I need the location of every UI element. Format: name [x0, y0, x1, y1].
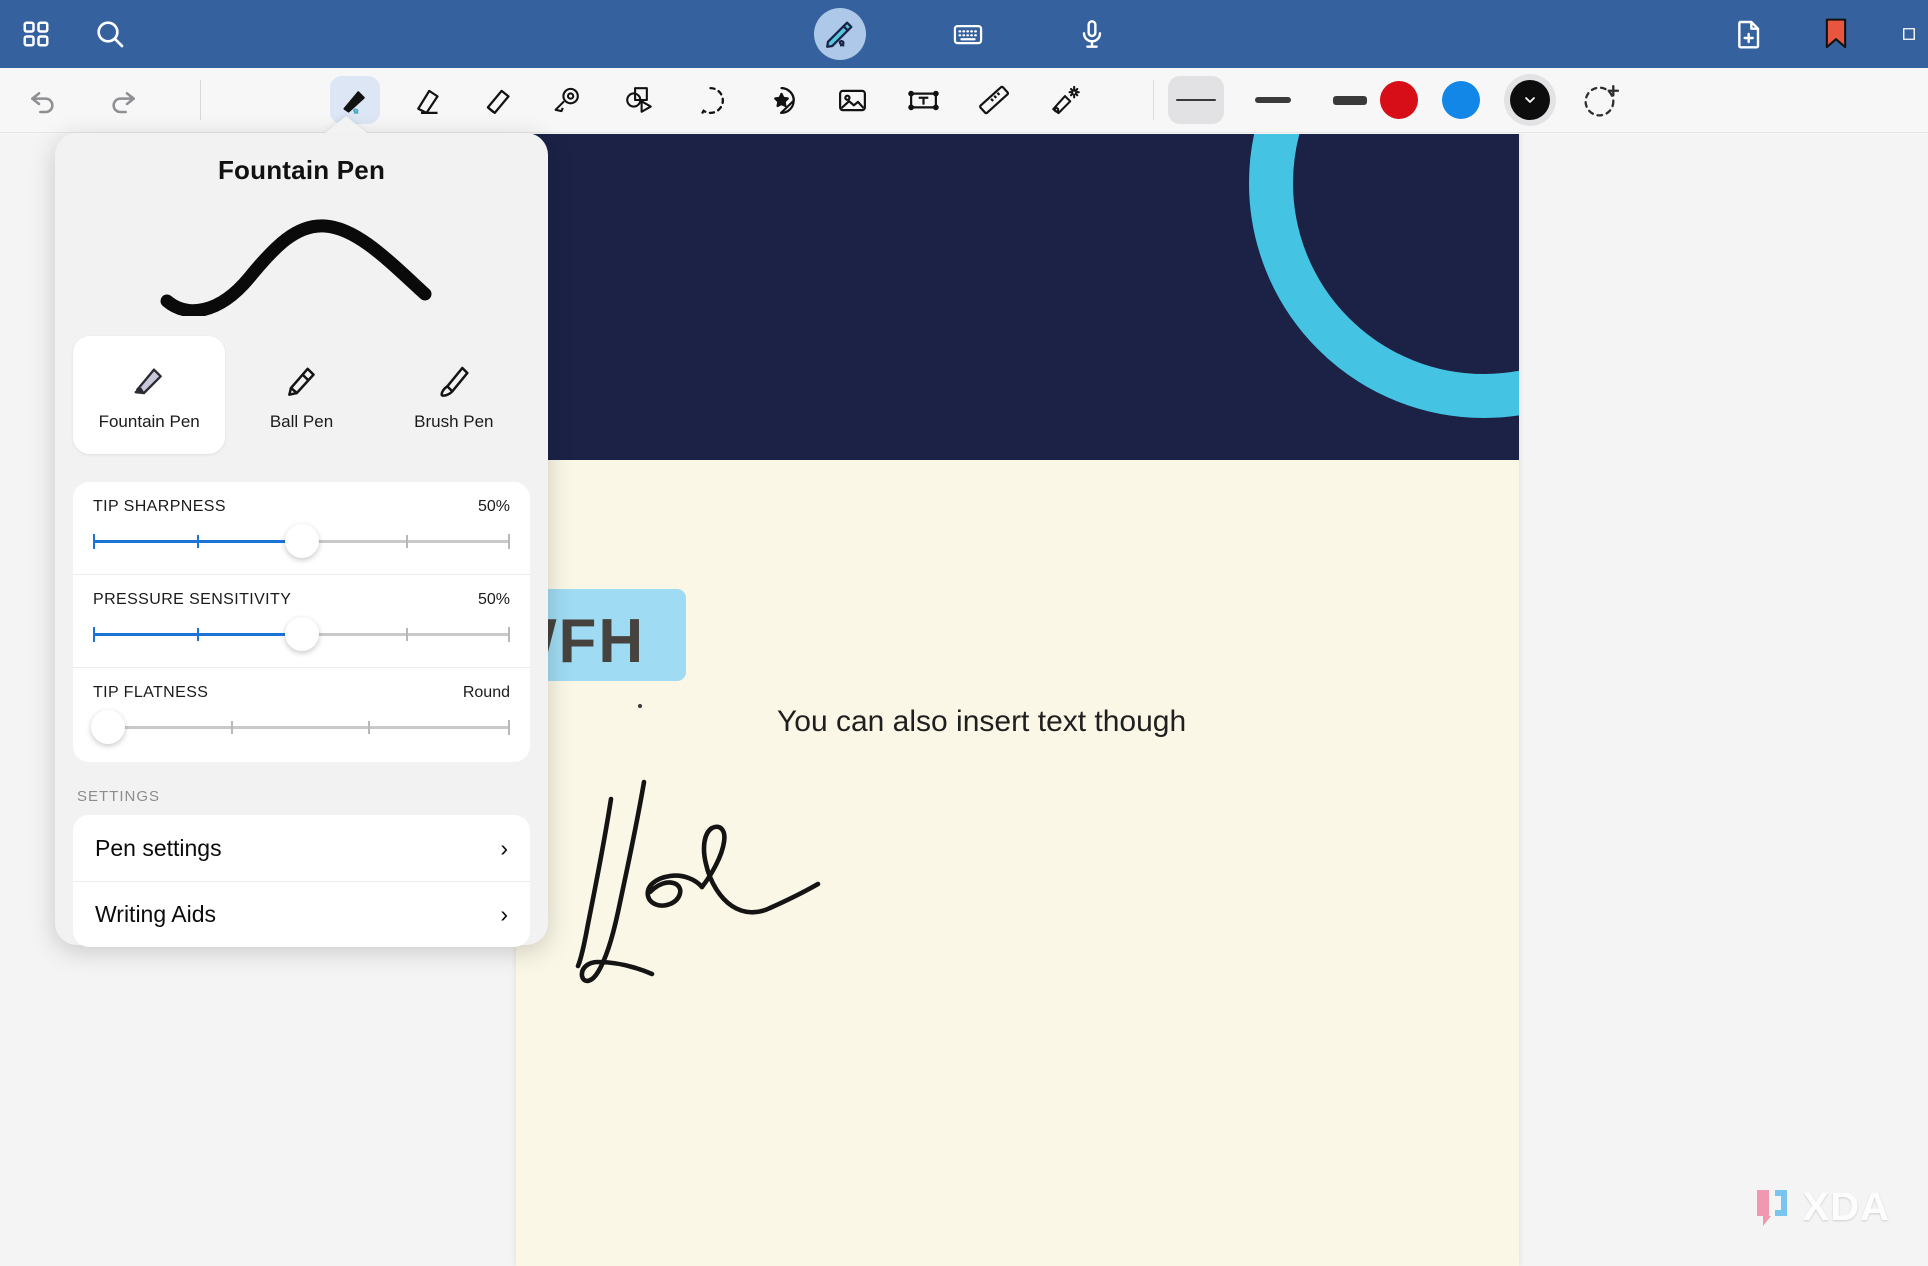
text-tool[interactable]	[898, 76, 948, 124]
slider-header: TIP SHARPNESS 50%	[93, 498, 510, 516]
pen-settings-label: Pen settings	[95, 834, 222, 861]
writing-aids-label: Writing Aids	[95, 901, 217, 927]
tools-group	[330, 76, 1090, 124]
slider-tick	[405, 628, 408, 641]
shapes-tool[interactable]	[614, 76, 664, 124]
decorative-arc	[1249, 134, 1519, 418]
image-tool[interactable]	[827, 76, 877, 124]
color-black-selected[interactable]	[1504, 74, 1556, 126]
xda-bracket-logo	[1756, 1189, 1787, 1226]
slider-track-wrap[interactable]	[93, 520, 510, 564]
slider-tick	[197, 535, 200, 548]
slider-tick	[230, 721, 233, 734]
pen-mode-icon[interactable]	[814, 8, 866, 60]
slider-track-wrap[interactable]	[91, 706, 510, 750]
slider-tick	[93, 627, 95, 642]
stroke-thick[interactable]	[1322, 76, 1378, 124]
slider-tick	[93, 534, 95, 549]
stroke-thin[interactable]	[1168, 76, 1224, 124]
highlighter-tool[interactable]	[472, 76, 522, 124]
slider-tick	[508, 720, 510, 735]
slider-thumb[interactable]	[284, 617, 319, 651]
settings-section-header: SETTINGS	[77, 788, 161, 805]
ink-dot	[638, 704, 642, 708]
lasso-shape-tool[interactable]	[543, 76, 593, 124]
slider-thumb[interactable]	[284, 524, 319, 558]
overflow-icon[interactable]	[1900, 12, 1918, 56]
slider-tick	[197, 628, 200, 641]
slider-pressure-sensitivity[interactable]: PRESSURE SENSITIVITY 50%	[73, 574, 530, 667]
notebook-page[interactable]: WFH You can also insert text though	[498, 134, 1519, 1266]
pen-type-brush-pen[interactable]: Brush Pen	[378, 336, 530, 454]
lasso-select-tool[interactable]	[685, 76, 735, 124]
slider-thumb[interactable]	[91, 710, 125, 744]
slider-tip-flatness[interactable]: TIP FLATNESS Round	[73, 667, 530, 760]
pen-settings-panel[interactable]: Fountain Pen Fountain Pen Ball Pen Brush…	[55, 116, 548, 947]
page-header-banner	[516, 134, 1519, 460]
tool-bar	[0, 68, 1928, 133]
color-group	[1380, 74, 1622, 126]
top-bar-center-group	[0, 8, 1928, 60]
slider-label: PRESSURE SENSITIVITY	[93, 591, 292, 608]
slider-label: TIP SHARPNESS	[93, 498, 226, 515]
handwriting-ink	[575, 779, 821, 984]
microphone-icon[interactable]	[1070, 12, 1114, 56]
panel-title: Fountain Pen	[217, 155, 386, 185]
slider-tick	[508, 534, 510, 549]
top-bar-right-group	[1728, 12, 1918, 56]
top-bar	[0, 0, 1928, 68]
undo-redo-group	[0, 76, 201, 124]
xda-watermark-text: XDA	[1802, 1185, 1890, 1229]
slider-value: 50%	[477, 498, 510, 515]
xda-watermark: XDA	[1749, 1185, 1890, 1230]
redo-icon[interactable]	[98, 76, 148, 124]
color-red[interactable]	[1380, 81, 1418, 119]
slider-tip-sharpness[interactable]: TIP SHARPNESS 50%	[73, 482, 530, 574]
writing-aids-row[interactable]: Writing Aids ›	[73, 881, 530, 947]
slider-value: Round	[462, 684, 510, 701]
stroke-medium[interactable]	[1245, 76, 1301, 124]
add-page-icon[interactable]	[1728, 12, 1772, 56]
toolbar-divider	[200, 80, 201, 120]
add-color-icon[interactable]	[1580, 79, 1622, 121]
chevron-right-icon: ›	[500, 834, 508, 861]
slider-group: TIP SHARPNESS 50% PRESSURE SENSITIVITY 5…	[73, 482, 530, 762]
slider-header: TIP FLATNESS Round	[93, 684, 510, 702]
panel-pointer	[324, 116, 368, 134]
pen-type-group: Fountain Pen Ball Pen Brush Pen	[55, 336, 548, 454]
color-blue[interactable]	[1442, 81, 1480, 119]
pen-settings-row[interactable]: Pen settings ›	[73, 815, 530, 881]
pen-type-fountain-pen[interactable]: Fountain Pen	[73, 336, 226, 454]
settings-card: Pen settings › Writing Aids ›	[73, 815, 530, 947]
slider-value: 50%	[477, 591, 510, 608]
undo-icon[interactable]	[18, 76, 68, 124]
eraser-tool[interactable]	[401, 76, 451, 124]
slider-label: TIP FLATNESS	[93, 684, 209, 701]
pen-type-label: Ball Pen	[269, 412, 334, 431]
pen-type-label: Fountain Pen	[98, 412, 200, 431]
stroke-preview	[55, 186, 548, 336]
grid-icon[interactable]	[14, 12, 58, 56]
stroke-width-group	[1168, 76, 1378, 124]
sticker-tool[interactable]	[756, 76, 806, 124]
slider-tick	[405, 535, 408, 548]
slider-track	[93, 726, 510, 729]
search-icon[interactable]	[88, 12, 132, 56]
slider-track-wrap[interactable]	[93, 613, 510, 657]
pen-type-ball-pen[interactable]: Ball Pen	[225, 336, 377, 454]
chevron-down-icon	[1510, 80, 1550, 120]
ruler-tool[interactable]	[969, 76, 1019, 124]
slider-header: PRESSURE SENSITIVITY 50%	[93, 591, 510, 609]
top-bar-left-group	[0, 12, 132, 56]
slider-tick	[368, 721, 371, 734]
slider-tick	[508, 627, 510, 642]
keyboard-icon[interactable]	[946, 12, 990, 56]
magic-eraser-tool[interactable]	[1040, 76, 1090, 124]
pen-type-label: Brush Pen	[414, 412, 494, 431]
bookmark-icon[interactable]	[1814, 12, 1858, 56]
stroke-divider	[1153, 80, 1154, 120]
chevron-right-icon: ›	[500, 901, 508, 927]
